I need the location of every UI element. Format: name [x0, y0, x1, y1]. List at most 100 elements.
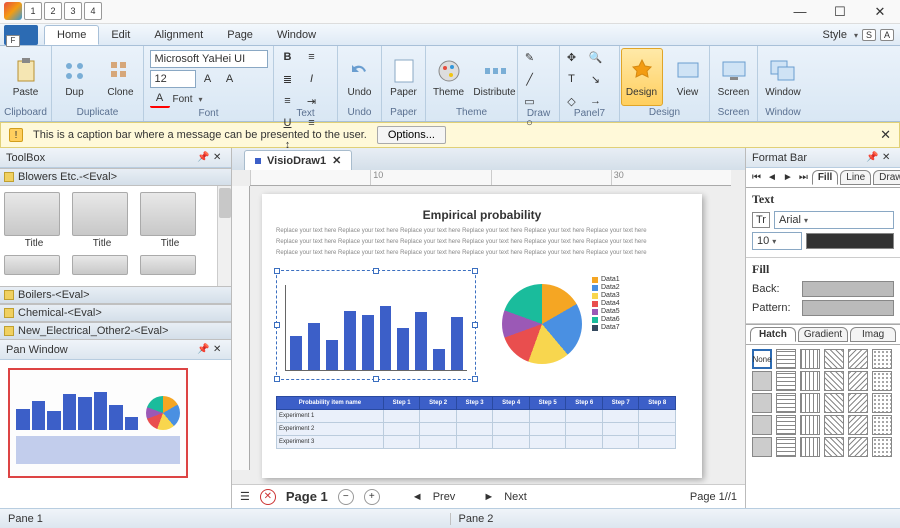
- canvas[interactable]: 1030 Empirical probability Replace your …: [232, 170, 745, 484]
- category-boilers[interactable]: Boilers-<Eval>: [0, 286, 231, 304]
- hatch-swatch[interactable]: [800, 437, 820, 457]
- image-tab[interactable]: Imag: [850, 327, 896, 342]
- pan-icon[interactable]: ✥: [562, 48, 582, 66]
- tab-page[interactable]: Page: [215, 26, 265, 44]
- tab-prev-icon[interactable]: ◄: [765, 172, 779, 183]
- text-color-swatch[interactable]: [806, 233, 894, 249]
- hatch-swatch[interactable]: [848, 371, 868, 391]
- tab-close-icon[interactable]: ✕: [332, 154, 341, 167]
- tool-item[interactable]: [140, 255, 200, 275]
- hatch-swatch[interactable]: [848, 415, 868, 435]
- format-size-combo[interactable]: 10: [752, 232, 802, 250]
- next-page-icon[interactable]: ►: [483, 491, 494, 503]
- font-size-combo[interactable]: 12: [150, 70, 196, 88]
- hatch-swatch[interactable]: [872, 371, 892, 391]
- zoom-icon[interactable]: 🔍: [586, 48, 606, 66]
- pan-window-body[interactable]: [0, 360, 231, 508]
- zoom-in-icon[interactable]: +: [364, 489, 380, 505]
- pie-chart[interactable]: [502, 284, 582, 364]
- document-tab[interactable]: VisioDraw1 ✕: [244, 150, 352, 170]
- tab-home[interactable]: Home: [44, 25, 99, 45]
- paper-button[interactable]: Paper: [383, 48, 425, 106]
- back-color-swatch[interactable]: [802, 281, 894, 297]
- italic-icon[interactable]: I: [302, 70, 322, 88]
- qat-key-2[interactable]: 2: [44, 2, 62, 20]
- screen-button[interactable]: Screen: [713, 48, 755, 106]
- hatch-swatch[interactable]: [752, 393, 772, 413]
- hatch-swatch[interactable]: [752, 437, 772, 457]
- panel-close-icon[interactable]: ✕: [213, 152, 225, 164]
- font-family-combo[interactable]: Microsoft YaHei UI: [150, 50, 268, 68]
- align-left-icon[interactable]: ≡: [302, 48, 322, 66]
- text-tool-icon[interactable]: T: [562, 70, 582, 88]
- style-dropdown-icon[interactable]: [851, 29, 858, 41]
- clone-button[interactable]: Clone: [100, 48, 142, 106]
- hatch-swatch[interactable]: [752, 415, 772, 435]
- hatch-swatch[interactable]: [824, 371, 844, 391]
- pencil-icon[interactable]: ✎: [520, 48, 540, 66]
- delete-page-icon[interactable]: ✕: [260, 489, 276, 505]
- drawing-page[interactable]: Empirical probability Replace your text …: [262, 194, 702, 478]
- pin-icon[interactable]: 📌: [197, 344, 209, 356]
- hatch-tab[interactable]: Hatch: [750, 327, 796, 342]
- category-chemical[interactable]: Chemical-<Eval>: [0, 304, 231, 322]
- tool-item[interactable]: [4, 255, 64, 275]
- tab-window[interactable]: Window: [265, 26, 328, 44]
- chevron-down-icon[interactable]: [196, 93, 203, 105]
- connector-icon[interactable]: ↘: [586, 70, 606, 88]
- format-tab-draw[interactable]: Draw: [873, 170, 900, 185]
- shrink-font-icon[interactable]: A: [220, 70, 240, 88]
- maximize-button[interactable]: ☐: [820, 0, 860, 24]
- tab-next-icon[interactable]: ►: [781, 172, 795, 183]
- hatch-swatch[interactable]: [800, 393, 820, 413]
- prev-page-icon[interactable]: ◄: [412, 491, 423, 503]
- scrollbar[interactable]: [217, 186, 231, 286]
- page-list-icon[interactable]: ☰: [240, 490, 250, 503]
- tab-first-icon[interactable]: ⏮: [750, 172, 763, 183]
- hatch-swatch[interactable]: [776, 393, 796, 413]
- panel-close-icon[interactable]: ✕: [882, 152, 894, 164]
- distribute-button[interactable]: Distribute: [474, 48, 516, 106]
- pan-preview[interactable]: [8, 368, 188, 478]
- hatch-swatch[interactable]: [824, 437, 844, 457]
- hatch-swatch[interactable]: [776, 349, 796, 369]
- hatch-swatch[interactable]: [800, 349, 820, 369]
- hatch-swatch[interactable]: [800, 371, 820, 391]
- minimize-button[interactable]: —: [780, 0, 820, 24]
- hatch-swatch[interactable]: [848, 393, 868, 413]
- format-tab-line[interactable]: Line: [840, 170, 871, 185]
- hatch-swatch[interactable]: [776, 437, 796, 457]
- theme-button[interactable]: Theme: [428, 48, 470, 106]
- bold-icon[interactable]: B: [278, 48, 298, 66]
- hatch-swatch[interactable]: [848, 349, 868, 369]
- font-dropdown[interactable]: Font: [173, 94, 193, 105]
- font-color-icon[interactable]: A: [150, 90, 170, 108]
- hatch-swatch[interactable]: [872, 349, 892, 369]
- qat-key-4[interactable]: 4: [84, 2, 102, 20]
- tab-last-icon[interactable]: ⏭: [797, 172, 810, 183]
- pin-icon[interactable]: 📌: [866, 152, 878, 164]
- hatch-swatch[interactable]: [776, 415, 796, 435]
- align-center-icon[interactable]: ≡: [278, 92, 298, 110]
- category-blowers[interactable]: Blowers Etc.-<Eval>: [0, 168, 231, 186]
- hatch-swatch[interactable]: [800, 415, 820, 435]
- tab-edit[interactable]: Edit: [99, 26, 142, 44]
- tool-item[interactable]: [72, 255, 132, 275]
- view-button[interactable]: View: [667, 48, 709, 106]
- grow-font-icon[interactable]: A: [198, 70, 218, 88]
- data-table[interactable]: Probability item nameStep 1Step 2Step 3S…: [276, 396, 676, 449]
- window-button[interactable]: Window: [762, 48, 804, 106]
- hatch-swatch[interactable]: [776, 371, 796, 391]
- bullets-icon[interactable]: ≣: [278, 70, 298, 88]
- format-font-combo[interactable]: Arial: [774, 211, 894, 229]
- hatch-swatch[interactable]: [824, 393, 844, 413]
- zoom-out-icon[interactable]: −: [338, 489, 354, 505]
- hatch-swatch[interactable]: None: [752, 349, 772, 369]
- tool-item[interactable]: Title: [4, 192, 64, 249]
- category-electrical[interactable]: New_Electrical_Other2-<Eval>: [0, 322, 231, 340]
- hatch-swatch[interactable]: [752, 371, 772, 391]
- panel-close-icon[interactable]: ✕: [213, 344, 225, 356]
- caption-close-icon[interactable]: ✕: [880, 127, 891, 143]
- hatch-swatch[interactable]: [848, 437, 868, 457]
- format-tab-fill[interactable]: Fill: [812, 170, 838, 185]
